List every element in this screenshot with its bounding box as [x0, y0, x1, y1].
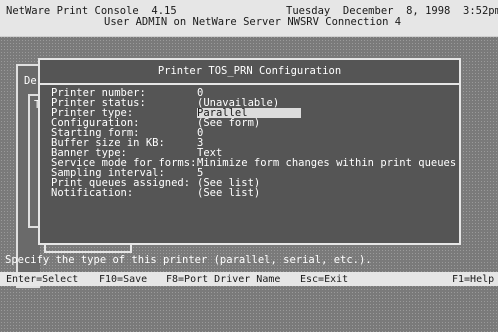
background-window-label: De — [24, 75, 37, 87]
status-message: Specify the type of this printer (parall… — [5, 254, 372, 266]
function-key-bar: Enter=Select F10=Save F8=Port Driver Nam… — [0, 272, 498, 286]
configuration-value[interactable]: (See form) — [197, 118, 260, 129]
header-bar: NetWare Print Console 4.15 Tuesday Decem… — [0, 0, 498, 37]
service-mode-value[interactable]: Minimize form changes within print queue… — [197, 158, 456, 169]
f8-port-driver-key[interactable]: F8=Port Driver Name — [166, 275, 280, 285]
esc-exit-key[interactable]: Esc=Exit — [300, 275, 348, 285]
dialog-title: Printer TOS_PRN Configuration — [157, 65, 342, 77]
f10-save-key[interactable]: F10=Save — [99, 275, 147, 285]
f1-help-key[interactable]: F1=Help — [452, 275, 494, 285]
user-connection-line: User ADMIN on NetWare Server NWSRV Conne… — [104, 16, 402, 28]
background-window-fragment — [44, 245, 132, 253]
notification-value[interactable]: (See list) — [197, 188, 260, 199]
date-time: Tuesday December 8, 1998 3:52pm — [286, 5, 498, 17]
dialog-title-divider — [40, 83, 459, 85]
enter-select-key[interactable]: Enter=Select — [6, 275, 78, 285]
app-title: NetWare Print Console 4.15 — [6, 5, 177, 17]
notification-label: Notification: — [51, 187, 134, 199]
